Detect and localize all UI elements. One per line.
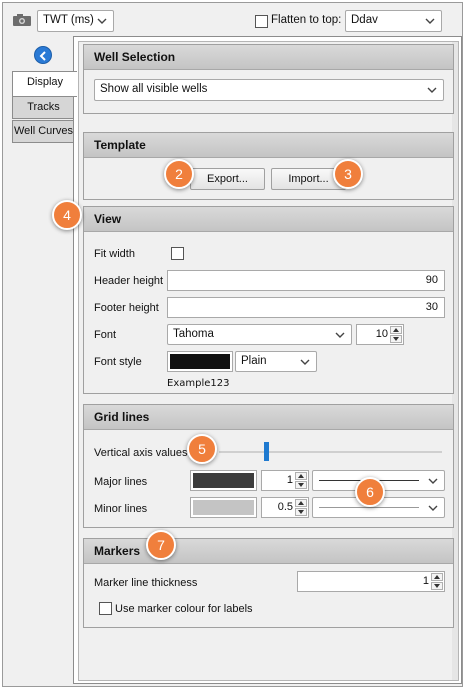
use-marker-colour-label: Use marker colour for labels <box>115 603 253 615</box>
caret-up-icon <box>298 501 304 505</box>
minor-color-picker[interactable] <box>190 497 257 518</box>
chevron-down-icon <box>428 478 438 484</box>
grid-lines-section: Grid lines Vertical axis values Major li… <box>83 404 454 528</box>
major-color-picker[interactable] <box>190 470 257 491</box>
markers-section: Markers Marker line thickness 1 Use mark… <box>83 538 454 628</box>
caret-up-icon <box>434 575 440 579</box>
chevron-down-icon <box>425 18 435 24</box>
increment-button[interactable] <box>295 472 307 480</box>
display-panel: Well Selection Show all visible wells Te… <box>73 36 462 684</box>
marker-thickness-label: Marker line thickness <box>94 577 198 589</box>
font-size-spinner[interactable]: 10 <box>356 324 404 345</box>
solid-line-sample <box>319 507 419 508</box>
callout-badge-7: 7 <box>146 530 176 560</box>
tab-tracks[interactable]: Tracks <box>12 96 75 119</box>
well-selection-dropdown[interactable]: Show all visible wells <box>94 79 444 101</box>
slider-track <box>219 451 442 453</box>
major-lines-label: Major lines <box>94 476 148 488</box>
caret-up-icon <box>298 474 304 478</box>
increment-button[interactable] <box>431 573 443 581</box>
flatten-label: Flatten to top: <box>271 14 342 26</box>
section-title: Grid lines <box>84 405 453 430</box>
slider-thumb[interactable] <box>264 442 269 461</box>
decrement-button[interactable] <box>295 508 307 516</box>
chevron-down-icon <box>427 87 437 93</box>
chevron-down-icon <box>335 332 345 338</box>
increment-button[interactable] <box>390 326 402 334</box>
major-width-value: 1 <box>286 474 293 486</box>
section-title: Markers <box>84 539 453 564</box>
font-style-dropdown[interactable]: Plain <box>235 351 317 372</box>
flatten-horizon-value: Ddav <box>351 14 378 26</box>
font-color-swatch <box>170 354 230 369</box>
window-frame: TWT (ms) Flatten to top: Ddav Display Tr… <box>2 2 463 687</box>
decrement-button[interactable] <box>431 582 443 590</box>
caret-down-icon <box>298 483 304 487</box>
minor-color-swatch <box>193 500 254 515</box>
template-section: Template Export... Import... <box>83 132 454 200</box>
font-label: Font <box>94 329 117 341</box>
callout-badge-5: 5 <box>187 434 217 464</box>
chevron-down-icon <box>97 18 107 24</box>
caret-down-icon <box>434 584 440 588</box>
header-height-label: Header height <box>94 275 164 287</box>
caret-down-icon <box>298 510 304 514</box>
section-title: Well Selection <box>84 45 453 70</box>
font-size-value: 10 <box>375 328 388 340</box>
marker-thickness-spinner[interactable]: 1 <box>297 571 445 592</box>
major-width-spinner[interactable]: 1 <box>261 470 309 491</box>
use-marker-colour-checkbox[interactable] <box>99 602 112 615</box>
flatten-checkbox[interactable] <box>255 15 268 28</box>
chevron-down-icon <box>428 505 438 511</box>
back-button[interactable] <box>34 46 52 64</box>
vertical-axis-label: Vertical axis values <box>94 447 188 459</box>
callout-badge-6: 6 <box>355 477 385 507</box>
font-value: Tahoma <box>173 328 214 340</box>
minor-width-spinner[interactable]: 0.5 <box>261 497 309 518</box>
callout-badge-4: 4 <box>52 200 82 230</box>
camera-icon[interactable] <box>12 12 34 28</box>
increment-button[interactable] <box>295 499 307 507</box>
major-color-swatch <box>193 473 254 488</box>
callout-badge-2: 2 <box>164 159 194 189</box>
minor-lines-label: Minor lines <box>94 503 148 515</box>
well-selection-section: Well Selection Show all visible wells <box>83 44 454 114</box>
section-title: View <box>84 207 453 232</box>
fit-width-checkbox[interactable] <box>171 247 184 260</box>
time-domain-value: TWT (ms) <box>43 14 94 26</box>
view-section: View Fit width Header height 90 Footer h… <box>83 206 454 394</box>
time-domain-dropdown[interactable]: TWT (ms) <box>37 10 114 32</box>
header-height-input[interactable]: 90 <box>167 270 445 291</box>
fit-width-label: Fit width <box>94 248 135 260</box>
footer-height-label: Footer height <box>94 302 159 314</box>
font-color-picker[interactable] <box>167 351 233 372</box>
tab-display[interactable]: Display <box>12 71 77 97</box>
font-style-value: Plain <box>241 355 267 367</box>
marker-thickness-value: 1 <box>422 575 429 587</box>
well-selection-value: Show all visible wells <box>100 83 208 95</box>
decrement-button[interactable] <box>295 481 307 489</box>
top-toolbar: TWT (ms) Flatten to top: Ddav <box>3 3 462 37</box>
settings-scroll-area[interactable]: Well Selection Show all visible wells Te… <box>78 41 459 681</box>
caret-up-icon <box>393 328 399 332</box>
section-title: Template <box>84 133 453 158</box>
caret-down-icon <box>393 337 399 341</box>
minor-width-value: 0.5 <box>277 501 293 513</box>
decrement-button[interactable] <box>390 335 402 343</box>
font-dropdown[interactable]: Tahoma <box>167 324 352 345</box>
arrow-left-icon <box>39 51 46 61</box>
font-example-text: Example123 <box>167 378 230 389</box>
tab-well-curves[interactable]: Well Curves <box>12 120 75 143</box>
chevron-down-icon <box>300 359 310 365</box>
callout-badge-3: 3 <box>333 159 363 189</box>
footer-height-input[interactable]: 30 <box>167 297 445 318</box>
font-style-label: Font style <box>94 356 142 368</box>
flatten-horizon-dropdown[interactable]: Ddav <box>345 10 442 32</box>
export-button[interactable]: Export... <box>190 168 265 190</box>
vertical-axis-slider[interactable] <box>219 441 442 463</box>
